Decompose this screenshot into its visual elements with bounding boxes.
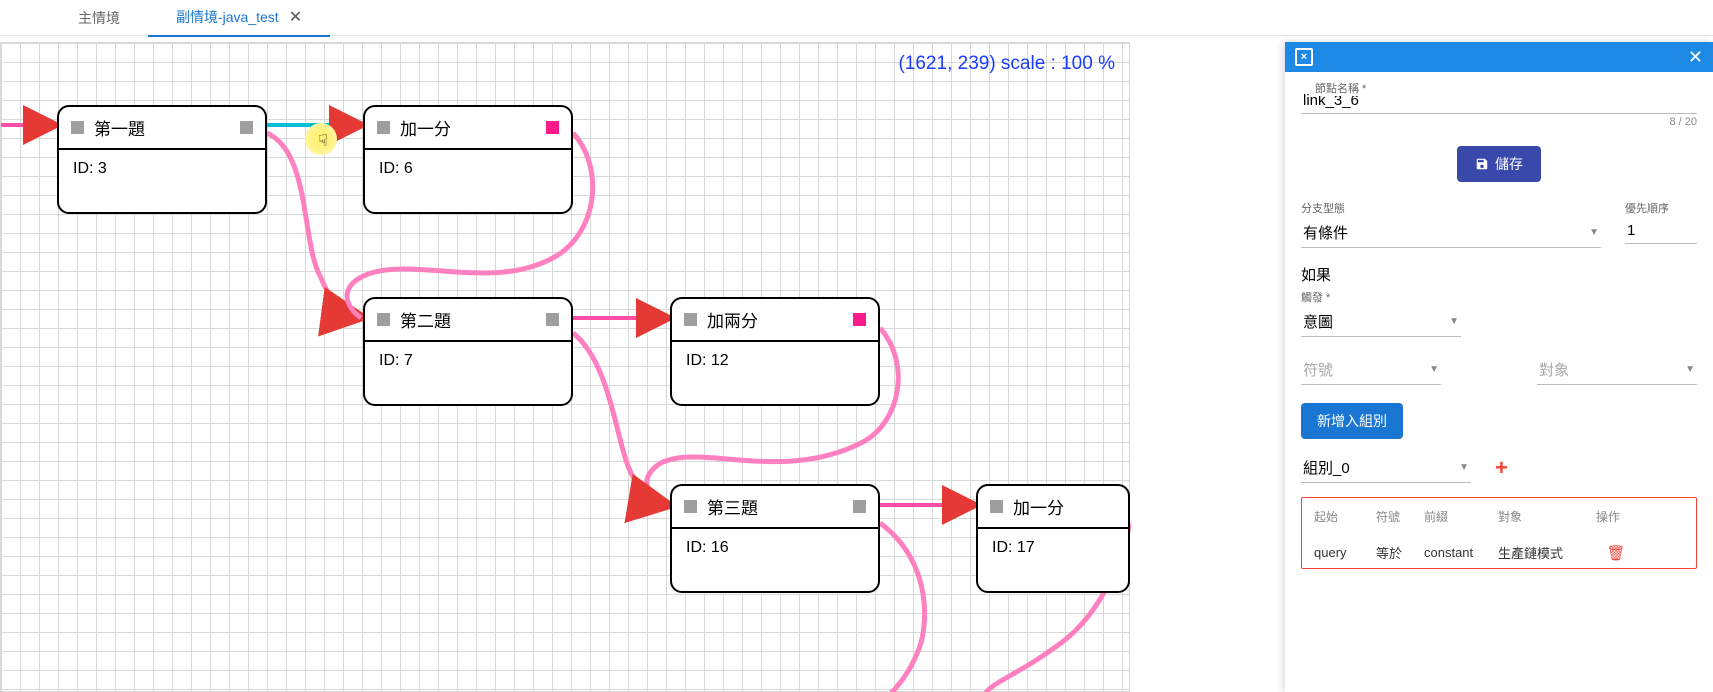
node-6[interactable]: 加一分 ID: 6 <box>363 105 573 214</box>
port-icon[interactable] <box>546 121 559 134</box>
node-17[interactable]: 加一分 ID: 17 <box>976 484 1130 593</box>
th-symbol: 符號 <box>1376 508 1416 525</box>
td-prefix: constant <box>1424 545 1490 560</box>
node-title: 第三題 <box>707 494 758 519</box>
node-title: 加兩分 <box>707 307 758 332</box>
trash-icon[interactable]: 🗑 <box>1596 544 1636 562</box>
archive-icon[interactable]: × <box>1295 48 1313 66</box>
port-icon[interactable] <box>240 121 253 134</box>
port-icon[interactable] <box>853 313 866 326</box>
node-id: ID: 6 <box>365 150 571 212</box>
node-id: ID: 7 <box>365 342 571 404</box>
node-id: ID: 12 <box>672 342 878 404</box>
tab-bar: 主情境 副情境-java_test ✕ <box>0 0 1713 36</box>
node-16[interactable]: 第三題 ID: 16 <box>670 484 880 593</box>
tab-main-label: 主情境 <box>78 8 120 28</box>
stop-icon <box>71 121 84 134</box>
node-header: 第一題 <box>59 107 265 150</box>
node-7[interactable]: 第二題 ID: 7 <box>363 297 573 406</box>
td-target: 生產鏈模式 <box>1498 543 1588 562</box>
th-action: 操作 <box>1596 508 1636 525</box>
group-value: 組別_0 <box>1303 457 1350 478</box>
node-title: 第二題 <box>400 307 451 332</box>
stop-icon <box>684 500 697 513</box>
add-group-label: 新增入組別 <box>1317 413 1387 429</box>
tab-sub-label: 副情境-java_test <box>176 7 279 27</box>
th-target: 對象 <box>1498 508 1588 525</box>
node-id: ID: 16 <box>672 529 878 591</box>
td-symbol: 等於 <box>1376 543 1416 562</box>
if-label: 如果 <box>1301 264 1697 285</box>
chevron-down-icon: ▼ <box>1589 227 1599 238</box>
chevron-down-icon: ▼ <box>1459 462 1469 473</box>
chevron-down-icon: ▼ <box>1685 364 1695 375</box>
tab-main[interactable]: 主情境 <box>50 0 148 36</box>
chevron-down-icon: ▼ <box>1429 364 1439 375</box>
node-name-field: 節點名稱 * 8 / 20 <box>1301 86 1697 128</box>
priority-value: 1 <box>1627 222 1635 239</box>
th-prefix: 前綴 <box>1424 508 1490 525</box>
branch-type-value: 有條件 <box>1303 222 1348 243</box>
node-id: ID: 3 <box>59 150 265 212</box>
node-id: ID: 17 <box>978 529 1128 591</box>
target-select[interactable]: 對象 ▼ <box>1537 355 1697 385</box>
stop-icon <box>377 121 390 134</box>
branch-type-select[interactable]: 分支型態 有條件 ▼ <box>1301 200 1601 248</box>
node-3[interactable]: 第一題 ID: 3 <box>57 105 267 214</box>
node-header: 第三題 <box>672 486 878 529</box>
char-counter: 8 / 20 <box>1301 116 1697 128</box>
branch-type-label: 分支型態 <box>1301 200 1601 216</box>
trigger-select[interactable]: 觸發 * 意圖 ▼ <box>1301 289 1461 337</box>
target-placeholder: 對象 <box>1539 359 1569 380</box>
close-icon[interactable]: ✕ <box>1688 47 1703 68</box>
save-label: 儲存 <box>1495 154 1523 174</box>
node-title: 加一分 <box>1013 494 1064 519</box>
node-name-label: 節點名稱 * <box>1311 80 1370 96</box>
node-header: 加兩分 <box>672 299 878 342</box>
flow-canvas[interactable]: (1621, 239) scale : 100 % 第一題 ID: 3 加一分 … <box>0 42 1130 692</box>
node-title: 加一分 <box>400 115 451 140</box>
condition-table: 起始 符號 前綴 對象 操作 query 等於 constant 生產鏈模式 🗑 <box>1301 497 1697 569</box>
node-header: 第二題 <box>365 299 571 342</box>
trigger-value: 意圖 <box>1303 311 1333 332</box>
coords-label: (1621, 239) scale : 100 % <box>898 53 1115 75</box>
cursor-highlight: ☟ <box>305 123 337 155</box>
cursor-pointer-icon: ☟ <box>318 131 328 151</box>
node-header: 加一分 <box>365 107 571 150</box>
table-row: query 等於 constant 生產鏈模式 🗑 <box>1314 543 1684 562</box>
save-button[interactable]: 儲存 <box>1457 146 1541 182</box>
panel-header: × ✕ <box>1285 42 1713 72</box>
close-icon[interactable]: ✕ <box>289 7 302 27</box>
th-start: 起始 <box>1314 508 1368 525</box>
group-select[interactable]: 組別_0 ▼ <box>1301 453 1471 483</box>
save-icon <box>1475 157 1489 171</box>
tab-sub[interactable]: 副情境-java_test ✕ <box>148 0 330 37</box>
add-group-button[interactable]: 新增入組別 <box>1301 403 1403 439</box>
table-header: 起始 符號 前綴 對象 操作 <box>1314 508 1684 525</box>
add-icon[interactable]: + <box>1495 455 1508 481</box>
priority-field[interactable]: 優先順序 1 <box>1625 200 1697 248</box>
node-header: 加一分 <box>978 486 1128 529</box>
node-12[interactable]: 加兩分 ID: 12 <box>670 297 880 406</box>
node-title: 第一題 <box>94 115 145 140</box>
stop-icon <box>377 313 390 326</box>
symbol-placeholder: 符號 <box>1303 359 1333 380</box>
port-icon[interactable] <box>546 313 559 326</box>
trigger-label: 觸發 * <box>1301 289 1461 305</box>
chevron-down-icon: ▼ <box>1449 316 1459 327</box>
stop-icon <box>684 313 697 326</box>
symbol-select[interactable]: 符號 ▼ <box>1301 355 1441 385</box>
td-start: query <box>1314 545 1368 560</box>
priority-label: 優先順序 <box>1625 200 1697 216</box>
side-panel: × ✕ 節點名稱 * 8 / 20 儲存 分支型態 有條件 ▼ 優先順序 1 如果 <box>1285 42 1713 692</box>
port-icon[interactable] <box>853 500 866 513</box>
panel-body: 節點名稱 * 8 / 20 儲存 分支型態 有條件 ▼ 優先順序 1 如果 觸發 … <box>1285 72 1713 692</box>
stop-icon <box>990 500 1003 513</box>
